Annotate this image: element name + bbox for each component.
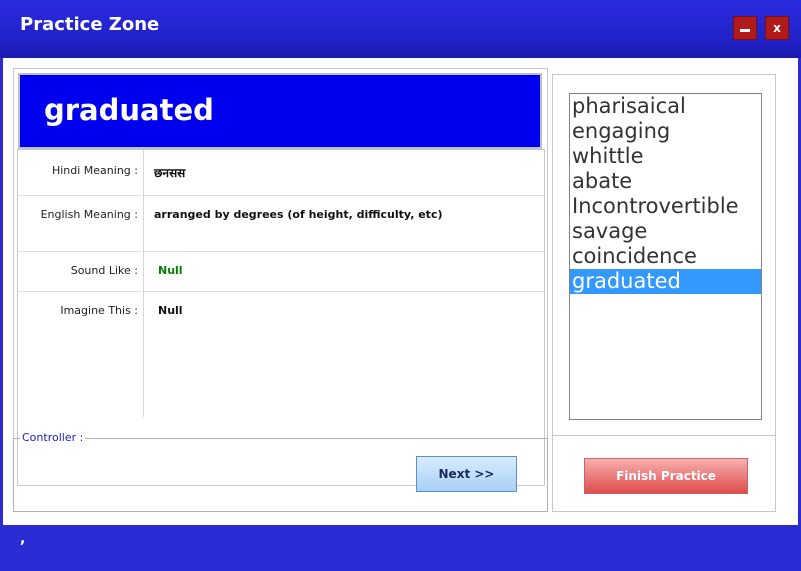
finish-area: Finish Practice xyxy=(553,435,775,514)
row-separator xyxy=(18,291,544,292)
row-separator xyxy=(18,251,544,252)
minimize-icon xyxy=(740,29,750,32)
controller-group: Controller : Next >> xyxy=(13,431,548,512)
row-separator xyxy=(18,195,544,196)
word-list-item[interactable]: engaging xyxy=(570,119,761,144)
word-list-item[interactable]: abate xyxy=(570,169,761,194)
hindi-meaning-value: छनसस xyxy=(154,166,186,180)
sound-like-label: Sound Like : xyxy=(70,264,138,277)
hindi-meaning-label: Hindi Meaning : xyxy=(51,164,138,177)
window-title: Practice Zone xyxy=(20,14,160,35)
current-word: graduated xyxy=(44,93,214,127)
word-list-item[interactable]: graduated xyxy=(570,269,761,294)
close-button[interactable]: x xyxy=(765,16,789,40)
sound-like-value: Null xyxy=(158,264,183,277)
right-panel: pharisaical engaging whittle abate Incontrov… xyxy=(552,74,776,512)
english-meaning-label: English Meaning : xyxy=(40,208,138,221)
english-meaning-value: arranged by degrees (of height, difficul… xyxy=(154,208,443,221)
minimize-button[interactable] xyxy=(733,16,757,40)
word-list-item[interactable]: savage xyxy=(570,219,761,244)
imagine-this-value: Null xyxy=(158,304,183,317)
title-bar: Practice Zone x xyxy=(0,0,801,58)
word-list-item[interactable]: Incontrovertible xyxy=(570,194,761,219)
word-list-item[interactable]: coincidence xyxy=(570,244,761,269)
details-panel: Hindi Meaning : छनसस English Meaning : a… xyxy=(17,149,545,486)
next-button[interactable]: Next >> xyxy=(416,456,517,492)
status-text: , xyxy=(20,531,26,547)
word-listbox[interactable]: pharisaical engaging whittle abate Incontrov… xyxy=(569,93,762,420)
details-divider xyxy=(143,150,144,417)
word-header: graduated xyxy=(18,73,542,149)
word-list-item[interactable]: whittle xyxy=(570,144,761,169)
imagine-this-label: Imagine This : xyxy=(60,304,138,317)
main-client-area: graduated Hindi Meaning : छनसस English M… xyxy=(3,58,798,525)
controller-legend: Controller : xyxy=(20,431,86,444)
word-list-item[interactable]: pharisaical xyxy=(570,94,761,119)
finish-practice-button[interactable]: Finish Practice xyxy=(584,458,748,494)
